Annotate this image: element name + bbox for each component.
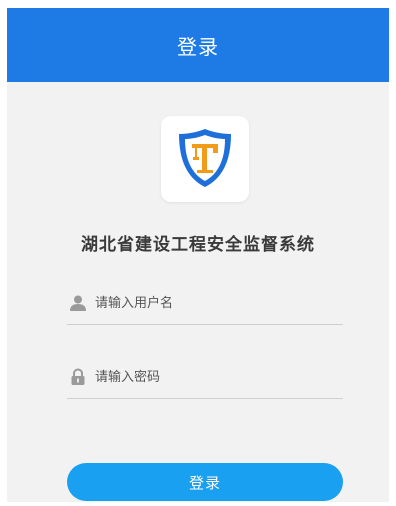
shield-crane-icon [179, 129, 231, 187]
password-field [67, 362, 343, 399]
password-input[interactable] [95, 364, 335, 390]
header-title: 登录 [177, 34, 219, 59]
app-logo [161, 116, 249, 202]
login-button[interactable]: 登录 [67, 463, 343, 501]
lock-icon [71, 368, 85, 385]
app-title: 湖北省建设工程安全监督系统 [81, 235, 315, 255]
username-input[interactable] [95, 290, 335, 316]
user-icon [70, 295, 86, 311]
login-screen: 登录 湖北省建设工程安全监督系统 请输入用户名 登录 [7, 8, 389, 502]
username-field [67, 288, 343, 325]
header-bar: 登录 [7, 8, 389, 82]
